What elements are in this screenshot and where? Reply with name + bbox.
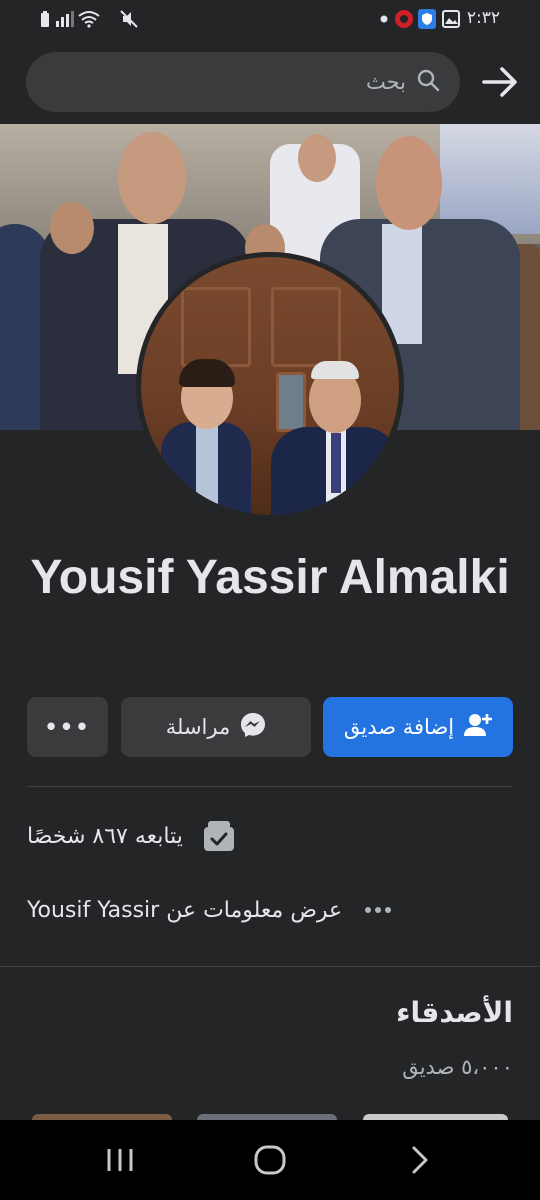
avatar [141,257,399,515]
recent-apps-icon[interactable] [90,1140,150,1180]
message-button[interactable]: مراسلة [121,697,311,757]
add-friend-label: إضافة صديق [343,715,455,739]
followers-row[interactable]: يتابعه ٨٦٧ شخصًا [27,818,513,854]
more-icon: ••• [44,715,91,739]
system-navigation-bar [0,1120,540,1200]
about-row[interactable]: عرض معلومات عن Yousif Yassir [27,892,513,928]
home-icon[interactable] [240,1140,300,1180]
forward-arrow-icon[interactable] [480,62,520,102]
friends-title: الأصدقاء [396,996,513,1029]
search-placeholder: بحث [365,70,406,94]
message-label: مراسلة [165,715,231,739]
followers-text: يتابعه ٨٦٧ شخصًا [27,823,183,849]
app-notification-icon [394,9,414,29]
gallery-icon [442,9,460,29]
search-input[interactable]: بحث [26,52,460,112]
wifi-icon [78,9,100,29]
dot-icon [380,9,388,29]
section-divider [0,966,540,967]
about-text: عرض معلومات عن Yousif Yassir [27,897,343,923]
battery-icon [40,9,50,29]
status-bar: ٢:٣٢ [0,0,540,40]
add-user-icon [464,712,493,743]
followers-icon [201,818,237,854]
messenger-icon [240,712,266,743]
friends-count: ٥،٠٠٠ صديق [402,1055,513,1079]
mute-icon [120,9,138,29]
profile-picture[interactable] [136,252,404,520]
divider [27,786,513,787]
add-friend-button[interactable]: إضافة صديق [323,697,513,757]
profile-name: Yousif Yassir Almalki [30,551,510,604]
search-icon [416,68,440,96]
clock: ٢:٣٢ [466,8,500,28]
shield-icon [418,9,436,29]
top-header: بحث [0,40,540,124]
back-icon[interactable] [390,1140,450,1180]
signal-icon [56,9,74,29]
more-dots-icon [360,892,396,928]
more-options-button[interactable]: ••• [27,697,108,757]
